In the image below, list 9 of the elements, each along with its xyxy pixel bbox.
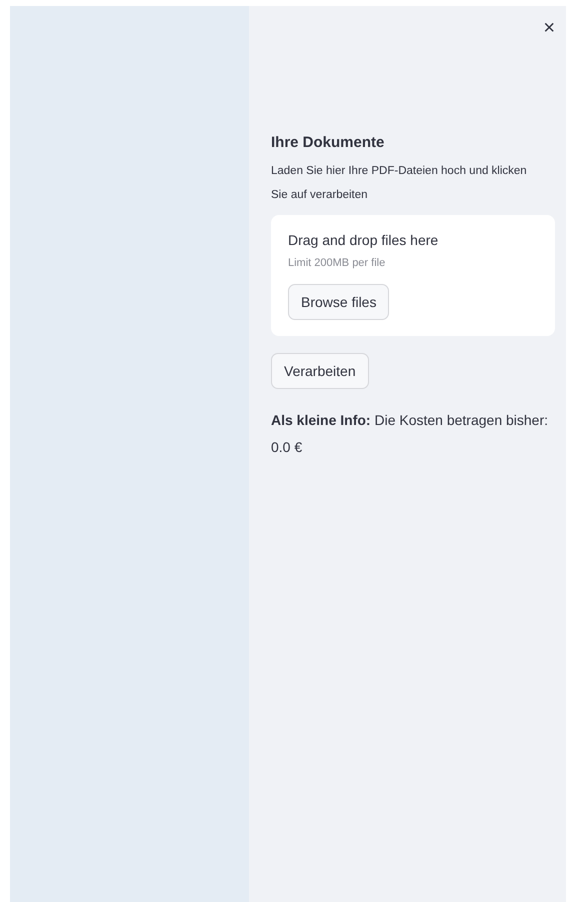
size-limit-hint: Limit 200MB per file: [288, 257, 386, 269]
cost-info-text: Als kleine Info: Die Kosten betragen bisher: 0.0 €: [271, 411, 550, 457]
dropzone-title: Drag and drop files here: [288, 232, 438, 248]
upload-dropzone[interactable]: Drag and drop files here Limit 200MB per file Browse files: [271, 215, 555, 336]
sidebar-heading: Ihre Dokumente: [271, 134, 386, 151]
process-button[interactable]: Verarbeiten: [271, 353, 369, 389]
close-button[interactable]: ×: [543, 18, 555, 38]
browse-files-button[interactable]: Browse files: [288, 284, 390, 320]
description-text: Laden Sie hier Ihre PDF-Dateien hoch und klicken Sie auf verarbeiten: [271, 164, 528, 203]
